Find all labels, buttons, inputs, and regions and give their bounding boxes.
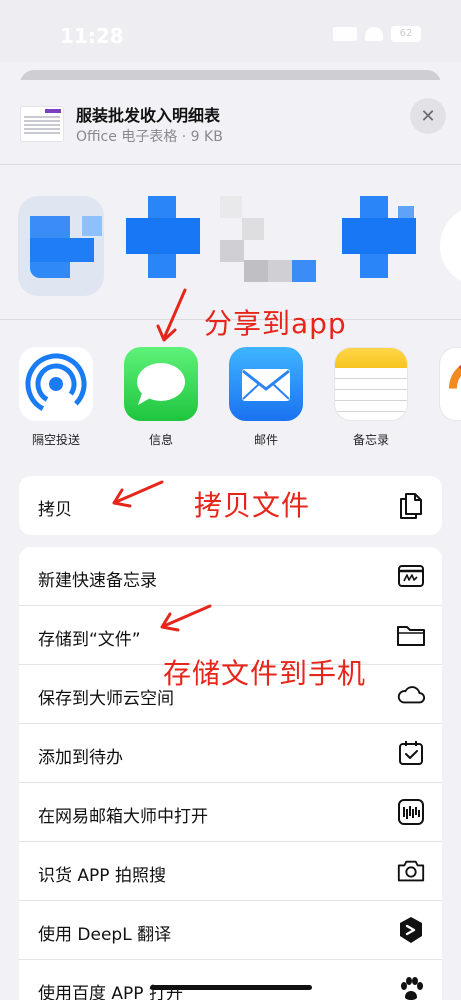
- action-label: 添加到待办: [38, 748, 123, 768]
- action-label: 存储到“文件”: [38, 630, 141, 650]
- file-subtitle: Office 电子表格 · 9 KB: [76, 129, 223, 145]
- netease-mail-icon: [396, 797, 426, 827]
- folder-icon: [396, 620, 426, 650]
- annotation-save-file: 存储文件到手机: [163, 657, 367, 690]
- app-airdrop[interactable]: 隔空投送: [16, 347, 96, 448]
- action-group-main: 新建快速备忘录 存储到“文件” 保存到大师云空间 添加到待办 在网易邮箱大师中打…: [19, 547, 442, 1000]
- action-add-to-todo[interactable]: 添加到待办: [19, 724, 442, 783]
- spreadsheet-thumbnail-icon: [20, 106, 64, 142]
- annotation-copy-file: 拷贝文件: [194, 489, 311, 522]
- signal-icon: [333, 27, 357, 41]
- app-label: 备忘录: [352, 433, 389, 447]
- airdrop-contact[interactable]: [338, 196, 424, 296]
- wifi-icon: [365, 27, 383, 41]
- action-open-in-netease-mail[interactable]: 在网易邮箱大师中打开: [19, 783, 442, 842]
- file-title: 服装批发收入明细表: [76, 106, 221, 125]
- action-open-in-baidu[interactable]: 使用百度 APP 打开: [19, 960, 442, 1000]
- close-button[interactable]: ✕: [410, 98, 446, 134]
- action-label: 保存到大师云空间: [38, 689, 174, 709]
- mail-icon: [229, 347, 303, 421]
- airdrop-contact[interactable]: [440, 206, 461, 286]
- status-time: 11:28: [60, 24, 124, 48]
- action-label: 新建快速备忘录: [38, 571, 157, 591]
- app-label: 邮件: [253, 433, 278, 447]
- action-shihuo-photo-search[interactable]: 识货 APP 拍照搜: [19, 842, 442, 901]
- calendar-check-icon: [396, 738, 426, 768]
- app-notes[interactable]: 备忘录: [331, 347, 411, 448]
- copy-icon: [396, 490, 426, 520]
- battery-icon: 62: [391, 26, 421, 42]
- app-messages[interactable]: 信息: [121, 347, 201, 448]
- apps-row: 隔空投送 信息 邮件 备忘录: [0, 347, 461, 457]
- airdrop-icon: [19, 347, 93, 421]
- deepl-icon: [396, 915, 426, 945]
- quick-note-icon: [396, 561, 426, 591]
- status-icons: 62: [333, 26, 421, 42]
- baidu-icon: [396, 974, 426, 1000]
- cloud-icon: [396, 679, 426, 709]
- share-sheet: 服装批发收入明细表 Office 电子表格 · 9 KB ✕ 分享到app 隔空…: [0, 80, 461, 1000]
- notes-icon: [334, 347, 408, 421]
- share-header: 服装批发收入明细表 Office 电子表格 · 9 KB ✕: [0, 80, 461, 165]
- app-mail[interactable]: 邮件: [226, 347, 306, 448]
- action-label: 识货 APP 拍照搜: [38, 866, 166, 886]
- app-label: 文: [436, 431, 461, 448]
- action-new-quick-note[interactable]: 新建快速备忘录: [19, 547, 442, 606]
- messages-icon: [124, 347, 198, 421]
- status-bar: 11:28 62: [0, 0, 461, 62]
- airdrop-contact[interactable]: [18, 196, 104, 296]
- app-partial[interactable]: 文: [436, 347, 461, 448]
- action-label: 使用 DeepL 翻译: [38, 925, 172, 945]
- app-label: 隔空投送: [31, 433, 80, 447]
- annotation-share-to-app: 分享到app: [204, 307, 347, 340]
- close-icon: ✕: [420, 105, 436, 127]
- app-icon: [439, 347, 461, 421]
- action-label: 在网易邮箱大师中打开: [38, 807, 208, 827]
- airdrop-contact[interactable]: [220, 196, 316, 296]
- action-label: 拷贝: [38, 500, 72, 520]
- camera-icon: [396, 856, 426, 886]
- app-label: 信息: [148, 433, 173, 447]
- home-indicator[interactable]: [150, 985, 312, 990]
- airdrop-contact[interactable]: [122, 196, 208, 296]
- action-deepl-translate[interactable]: 使用 DeepL 翻译: [19, 901, 442, 960]
- airdrop-contacts-row: [0, 166, 461, 320]
